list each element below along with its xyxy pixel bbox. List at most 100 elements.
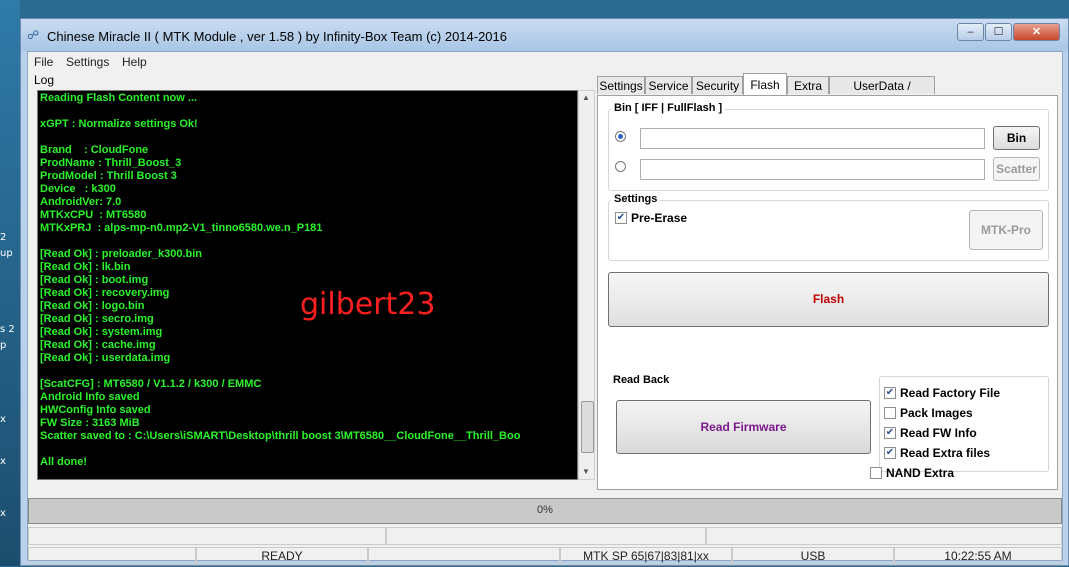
- read-fw-info-checkbox[interactable]: ✔: [884, 427, 896, 439]
- pre-erase-label: Pre-Erase: [631, 211, 688, 225]
- progress-text: 0%: [537, 504, 553, 516]
- log-line: Device : k300: [40, 183, 116, 195]
- log-line: MTKxCPU : MT6580: [40, 209, 147, 221]
- read-options-group: ✔ Read Factory File Pack Images ✔ Read F…: [879, 376, 1049, 472]
- mtk-pro-button[interactable]: MTK-Pro: [969, 210, 1043, 250]
- log-line: [Read Ok] : lk.bin: [40, 261, 131, 273]
- close-button[interactable]: ✕: [1013, 23, 1060, 41]
- bin-button[interactable]: Bin: [993, 126, 1040, 150]
- nand-extra-label: NAND Extra: [886, 466, 955, 480]
- desktop-fragment: x: [0, 414, 6, 425]
- info-cell: [386, 527, 706, 545]
- settings-group: Settings ✔ Pre-Erase MTK-Pro: [608, 193, 1049, 261]
- watermark-text: gilbert23: [300, 287, 436, 322]
- menu-settings[interactable]: Settings: [66, 55, 109, 69]
- scroll-up-icon[interactable]: ▲: [582, 93, 590, 102]
- desktop-fragment: x: [0, 508, 6, 519]
- log-line: [Read Ok] : preloader_k300.bin: [40, 248, 202, 260]
- tab-extra[interactable]: Extra: [787, 76, 829, 94]
- maximize-button[interactable]: ☐: [985, 23, 1012, 41]
- scroll-down-icon[interactable]: ▼: [582, 467, 590, 476]
- flash-button[interactable]: Flash: [608, 272, 1049, 327]
- desktop-fragment: x: [0, 456, 6, 467]
- pre-erase-checkbox[interactable]: ✔: [615, 212, 627, 224]
- flash-panel: Bin [ IFF | FullFlash ] Bin Scatter Sett…: [597, 95, 1058, 490]
- pack-images-checkbox[interactable]: [884, 407, 896, 419]
- log-line: ProdModel : Thrill Boost 3: [40, 170, 177, 182]
- log-line: [Read Ok] : system.img: [40, 326, 163, 338]
- log-line: [ScatCFG] : MT6580 / V1.1.2 / k300 / EMM…: [40, 378, 262, 390]
- nand-extra-checkbox[interactable]: [870, 467, 882, 479]
- status-time: 10:22:55 AM: [894, 547, 1062, 565]
- log-label: Log: [34, 73, 55, 87]
- log-line: AndroidVer: 7.0: [40, 196, 122, 208]
- read-factory-file-checkbox[interactable]: ✔: [884, 387, 896, 399]
- client-area: File Settings Help Log Reading Flash Con…: [27, 51, 1063, 565]
- read-extra-files-checkbox[interactable]: ✔: [884, 447, 896, 459]
- read-extra-files-label: Read Extra files: [900, 446, 991, 460]
- bin-radio[interactable]: [615, 131, 626, 142]
- log-line: All done!: [40, 456, 88, 468]
- progress-bar: 0%: [28, 498, 1062, 524]
- window-title: Chinese Miracle II ( MTK Module , ver 1.…: [47, 29, 508, 44]
- bin-group: Bin [ IFF | FullFlash ] Bin Scatter: [608, 102, 1049, 191]
- status-state: READY: [196, 547, 368, 565]
- desktop-fragment: 2: [0, 232, 7, 243]
- tab-userdata-forensic[interactable]: UserData / Forensic: [829, 76, 935, 111]
- tab-settings[interactable]: Settings: [597, 76, 645, 94]
- desktop-edge: 2 up s 2 p x x x: [0, 0, 20, 566]
- menu-bar: File Settings Help: [28, 52, 1062, 72]
- title-bar[interactable]: ☍ Chinese Miracle II ( MTK Module , ver …: [21, 19, 1068, 51]
- log-line: MTKxPRJ : alps-mp-n0.mp2-V1_tinno6580.we…: [40, 222, 323, 234]
- tab-security[interactable]: Security: [692, 76, 743, 94]
- desktop-fragment: up: [0, 248, 13, 259]
- status-cell: [368, 547, 560, 565]
- read-back-group: Read Back Read Firmware ✔ Read Factory F…: [608, 374, 1049, 485]
- scroll-thumb[interactable]: [581, 401, 594, 453]
- bin-group-label: Bin [ IFF | FullFlash ]: [611, 102, 726, 114]
- log-lines: Reading Flash Content now ... xGPT : Nor…: [40, 92, 577, 469]
- settings-group-label: Settings: [611, 193, 661, 205]
- pack-images-label: Pack Images: [900, 406, 973, 420]
- status-bar: READY MTK SP 65|67|83|81|xx USB 10:22:55…: [28, 547, 1062, 567]
- menu-help[interactable]: Help: [122, 55, 147, 69]
- log-line: Scatter saved to : C:\Users\iSMART\Deskt…: [40, 430, 521, 442]
- log-line: Android Info saved: [40, 391, 140, 403]
- desktop-fragment: p: [0, 340, 7, 351]
- read-back-label: Read Back: [610, 374, 673, 386]
- log-line: HWConfig Info saved: [40, 404, 151, 416]
- scatter-radio[interactable]: [615, 161, 626, 172]
- log-console[interactable]: Reading Flash Content now ... xGPT : Nor…: [37, 90, 578, 480]
- log-line: [Read Ok] : boot.img: [40, 274, 149, 286]
- app-icon: ☍: [27, 28, 40, 42]
- read-factory-file-label: Read Factory File: [900, 386, 1001, 400]
- tab-flash[interactable]: Flash: [743, 73, 787, 95]
- status-connection: USB: [732, 547, 894, 565]
- status-module: MTK SP 65|67|83|81|xx: [560, 547, 732, 565]
- log-line: xGPT : Normalize settings Ok!: [40, 118, 198, 130]
- log-line: [Read Ok] : cache.img: [40, 339, 156, 351]
- read-firmware-button[interactable]: Read Firmware: [616, 400, 871, 454]
- log-line: [Read Ok] : userdata.img: [40, 352, 171, 364]
- minimize-button[interactable]: –: [957, 23, 984, 41]
- log-line: FW Size : 3163 MiB: [40, 417, 140, 429]
- scatter-button[interactable]: Scatter: [993, 157, 1040, 181]
- info-cell: [28, 527, 386, 545]
- desktop-fragment: s 2: [0, 324, 15, 335]
- log-scrollbar[interactable]: ▲ ▼: [578, 90, 595, 480]
- info-cell: [706, 527, 1062, 545]
- scatter-path-field[interactable]: [640, 159, 985, 180]
- app-window: ☍ Chinese Miracle II ( MTK Module , ver …: [20, 18, 1069, 566]
- tab-service[interactable]: Service: [645, 76, 692, 94]
- log-line: ProdName : Thrill_Boost_3: [40, 157, 182, 169]
- menu-file[interactable]: File: [34, 55, 53, 69]
- bin-path-field[interactable]: [640, 128, 985, 149]
- log-line: Reading Flash Content now ...: [40, 92, 198, 104]
- read-fw-info-label: Read FW Info: [900, 426, 977, 440]
- status-cell: [28, 547, 196, 565]
